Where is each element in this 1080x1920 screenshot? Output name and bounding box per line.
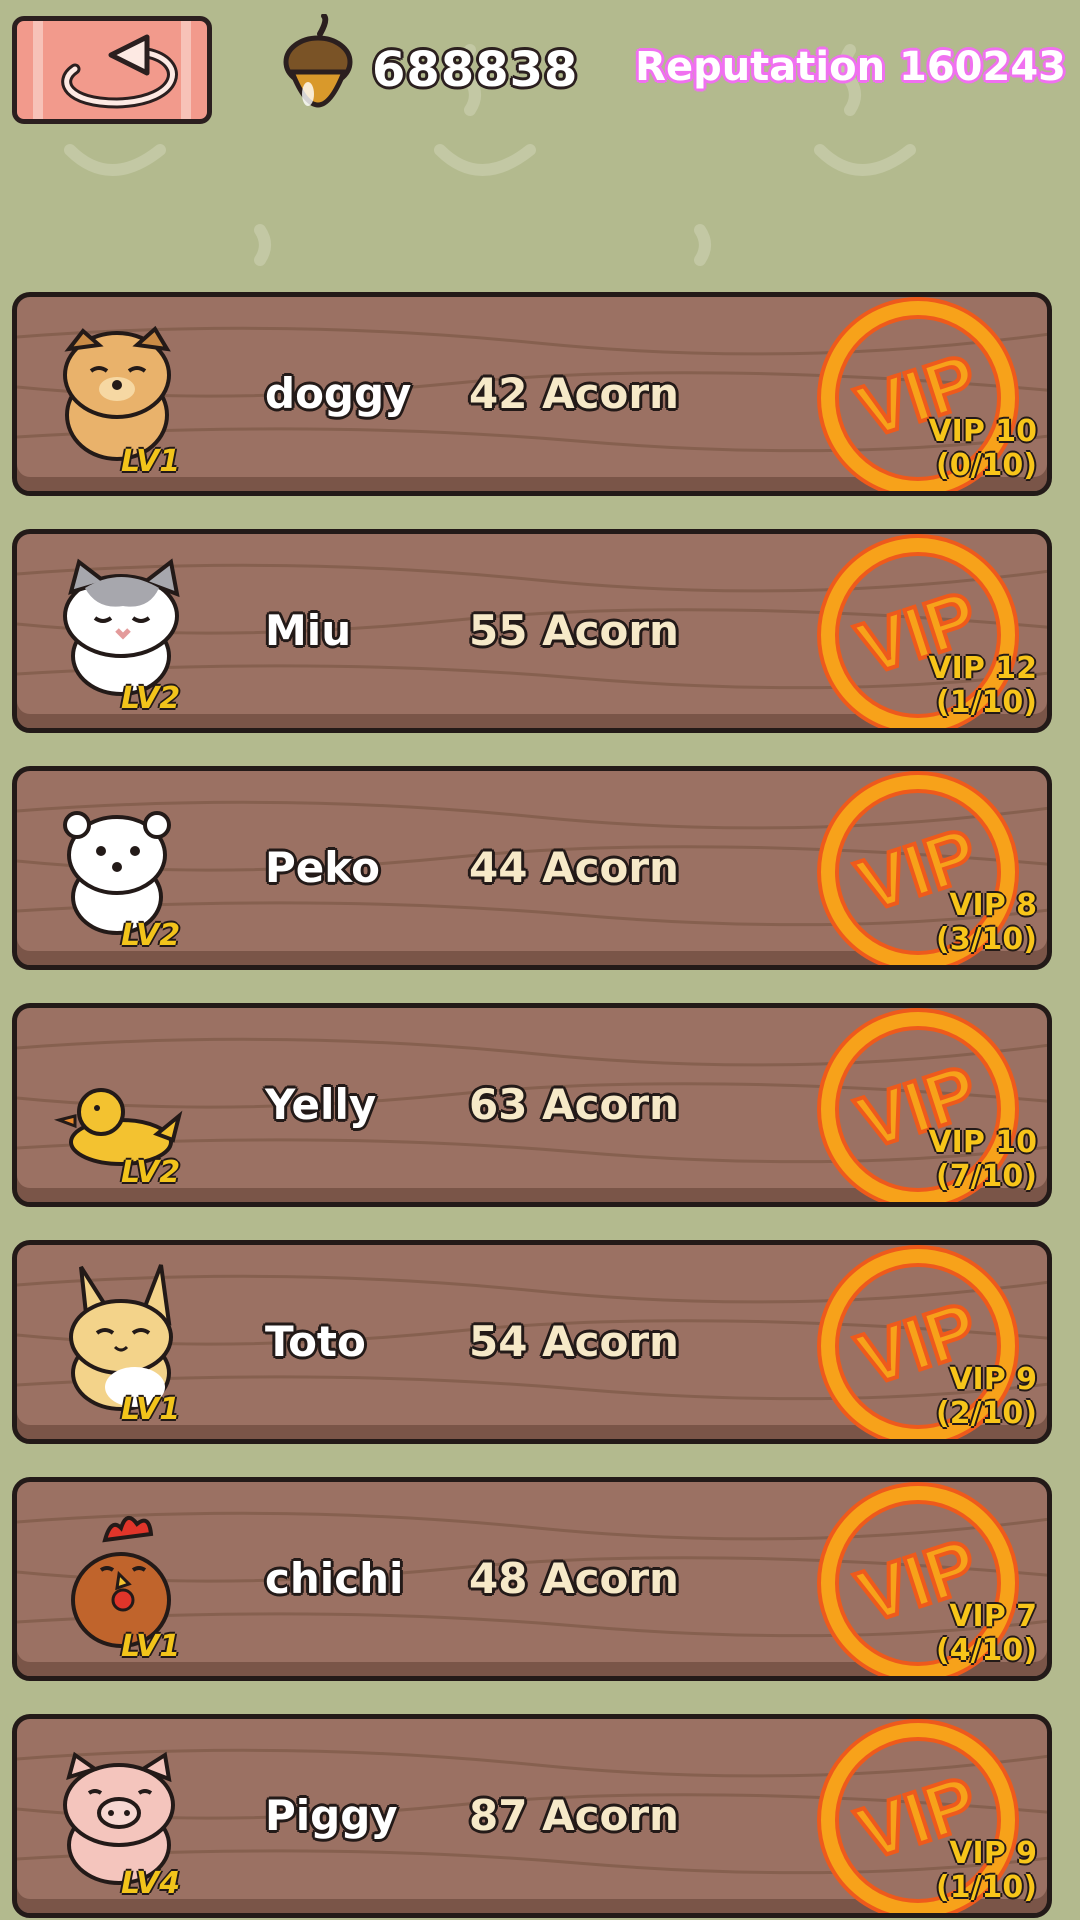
pet-row-chichi[interactable]: LV1 chichi 48 Acorn VIP VIP 7 (4/10) — [12, 1477, 1052, 1681]
pet-name: Peko — [265, 843, 380, 892]
vip-tier: VIP 10 — [928, 414, 1037, 449]
back-button[interactable] — [12, 16, 212, 124]
vip-tier: VIP 12 — [928, 651, 1037, 686]
pet-price: 63 Acorn — [469, 1080, 679, 1129]
top-bar: 688838 Reputation 160243 — [0, 0, 1080, 140]
chicken-icon — [71, 1516, 171, 1648]
vip-progress: (4/10) — [935, 1633, 1037, 1668]
pet-row-peko[interactable]: LV2 Peko 44 Acorn VIP VIP 8 (3/10) — [12, 766, 1052, 970]
pet-price: 87 Acorn — [469, 1791, 679, 1840]
pet-name: Piggy — [265, 1791, 398, 1840]
cat-icon — [63, 558, 180, 696]
acorn-icon — [283, 14, 353, 108]
pet-level: LV1 — [121, 1392, 181, 1427]
pet-level: LV2 — [121, 681, 181, 716]
pet-row-miu[interactable]: LV2 Miu 55 Acorn VIP VIP 12 (1/10) — [12, 529, 1052, 733]
pet-level: LV1 — [121, 444, 181, 479]
vip-level: VIP 9 (2/10) — [936, 1363, 1037, 1431]
pet-name: Toto — [265, 1317, 366, 1366]
vip-tier: VIP 7 — [949, 1599, 1037, 1634]
pig-icon — [63, 1751, 175, 1885]
pet-name: chichi — [265, 1554, 404, 1603]
pet-level: LV2 — [121, 918, 181, 953]
vip-level: VIP 12 (1/10) — [928, 652, 1037, 720]
duck-icon — [53, 1088, 183, 1166]
pet-row-toto[interactable]: LV1 Toto 54 Acorn VIP VIP 9 (2/10) — [12, 1240, 1052, 1444]
pet-price: 54 Acorn — [469, 1317, 679, 1366]
vip-progress: (1/10) — [935, 685, 1037, 720]
vip-progress: (3/10) — [935, 922, 1037, 957]
reputation-score: Reputation 160243 — [635, 44, 1066, 90]
vip-progress: (2/10) — [935, 1396, 1037, 1431]
vip-tier: VIP 9 — [949, 1362, 1037, 1397]
vip-progress: (1/10) — [935, 1870, 1037, 1905]
pet-price: 44 Acorn — [469, 843, 679, 892]
pet-price: 42 Acorn — [469, 369, 679, 418]
pet-row-piggy[interactable]: LV4 Piggy 87 Acorn VIP VIP 9 (1/10) — [12, 1714, 1052, 1918]
pet-row-yelly[interactable]: LV2 Yelly 63 Acorn VIP VIP 10 (7/10) — [12, 1003, 1052, 1207]
vip-level: VIP 9 (1/10) — [936, 1837, 1037, 1905]
pet-level: LV1 — [121, 1629, 181, 1664]
pet-name: Miu — [265, 606, 352, 655]
pet-price: 48 Acorn — [469, 1554, 679, 1603]
vip-tier: VIP 10 — [928, 1125, 1037, 1160]
pet-name: Yelly — [265, 1080, 377, 1129]
vip-progress: (7/10) — [935, 1159, 1037, 1194]
dog-icon — [63, 325, 171, 461]
pet-level: LV4 — [121, 1866, 181, 1901]
vip-level: VIP 7 (4/10) — [936, 1600, 1037, 1668]
vip-level: VIP 10 (0/10) — [928, 415, 1037, 483]
pet-level: LV2 — [121, 1155, 181, 1190]
rabbit-icon — [69, 1264, 173, 1411]
acorn-balance: 688838 — [372, 42, 579, 98]
vip-progress: (0/10) — [935, 448, 1037, 483]
pet-name: doggy — [265, 369, 412, 418]
vip-tier: VIP 8 — [949, 888, 1037, 923]
vip-level: VIP 8 (3/10) — [936, 889, 1037, 957]
vip-tier: VIP 9 — [949, 1836, 1037, 1871]
pet-row-doggy[interactable]: LV1 doggy 42 Acorn VIP VIP 10 (0/10) — [12, 292, 1052, 496]
undo-arrow-icon — [61, 34, 178, 109]
bear-icon — [63, 811, 171, 935]
pet-price: 55 Acorn — [469, 606, 679, 655]
vip-level: VIP 10 (7/10) — [928, 1126, 1037, 1194]
